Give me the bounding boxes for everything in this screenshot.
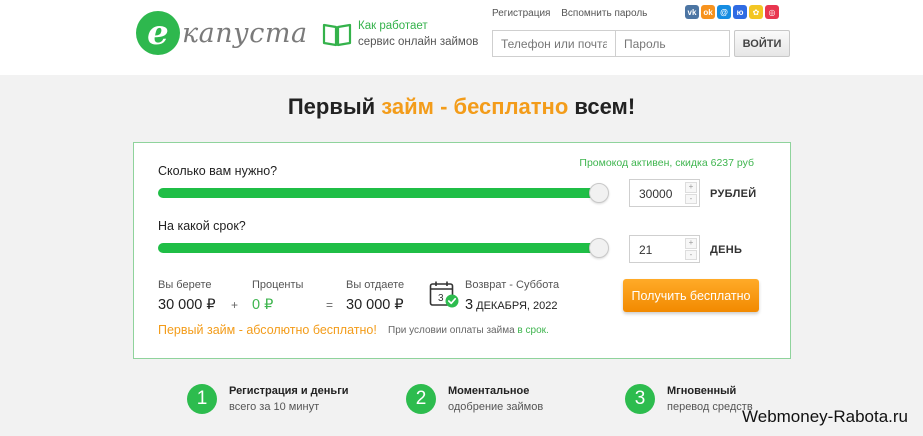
register-link[interactable]: Регистрация [492, 8, 550, 19]
term-slider-thumb[interactable] [589, 238, 609, 258]
interest-value: 0 ₽ [252, 297, 274, 313]
take-value: 30 000 ₽ [158, 297, 216, 313]
condition-note: При условии оплаты займа в срок. [388, 325, 549, 336]
yandex-icon[interactable]: ю [733, 5, 747, 19]
term-increase-button[interactable]: + [685, 238, 697, 249]
title-accent: займ - бесплатно [381, 94, 569, 119]
phone-or-email-input[interactable] [492, 30, 616, 57]
free-loan-text: Первый займ - абсолютно бесплатно! [158, 323, 377, 337]
auth-links: Регистрация Вспомнить пароль [492, 8, 655, 19]
return-label: Возврат - Суббота [465, 279, 560, 291]
term-value[interactable]: 21 [639, 243, 652, 257]
amount-stepper[interactable]: 30000 + - [629, 179, 700, 207]
odnoklassniki-icon[interactable]: ok [701, 5, 715, 19]
login-button[interactable]: ВОЙТИ [734, 30, 790, 57]
step-approval: 2 Моментальное одобрение займов [406, 383, 543, 415]
step-title: Мгновенный [667, 385, 737, 397]
plus-sign: + [231, 298, 239, 312]
forgot-password-link[interactable]: Вспомнить пароль [561, 8, 647, 19]
amount-unit: РУБЛЕЙ [710, 188, 757, 200]
calendar-check-icon: 3 [429, 281, 459, 308]
condition-highlight: в срок. [517, 325, 549, 336]
step-desc: перевод средств [667, 401, 753, 413]
term-question: На какой срок? [158, 219, 246, 233]
book-icon [322, 23, 352, 47]
circle-icon[interactable]: ◎ [765, 5, 779, 19]
step-registration: 1 Регистрация и деньги всего за 10 минут [187, 383, 349, 415]
vk-icon[interactable]: vk [685, 5, 699, 19]
term-stepper[interactable]: 21 + - [629, 235, 700, 263]
page-title: Первый займ - бесплатно всем! [0, 94, 923, 120]
logo-mark: е [136, 11, 180, 55]
take-summary: Вы берете 30 000 ₽ [158, 279, 216, 313]
header: е капуста Как работает сервис онлайн зай… [0, 0, 923, 75]
loan-calculator: Промокод активен, скидка 6237 руб Скольк… [133, 142, 791, 359]
social-login-icons: vk ok @ ю ✿ ◎ [685, 5, 779, 19]
return-date: Возврат - Суббота 3 ДЕКАБРЯ, 2022 [465, 279, 559, 313]
title-part2: всем! [568, 94, 636, 119]
give-value: 30 000 ₽ [346, 297, 404, 313]
amount-increase-button[interactable]: + [685, 182, 697, 193]
watermark: Webmoney-Rabota.ru [742, 407, 908, 426]
condition-text: При условии оплаты займа [388, 325, 518, 336]
amount-value[interactable]: 30000 [639, 187, 672, 201]
term-unit: ДЕНЬ [710, 244, 743, 256]
get-loan-button[interactable]: Получить бесплатно [623, 279, 759, 312]
equals-sign: = [326, 298, 334, 312]
step-transfer: 3 Мгновенный перевод средств [625, 383, 753, 415]
step-number: 1 [187, 384, 217, 414]
term-decrease-button[interactable]: - [685, 249, 697, 260]
step-desc: одобрение займов [448, 401, 544, 413]
calendar-day: 3 [438, 293, 444, 304]
step-title: Регистрация и деньги [229, 385, 349, 397]
take-label: Вы берете [158, 279, 212, 291]
interest-label: Проценты [252, 279, 304, 291]
step-number: 2 [406, 384, 436, 414]
logo-text: капуста [182, 17, 308, 49]
password-input[interactable] [616, 30, 730, 57]
give-label: Вы отдаете [346, 279, 405, 291]
step-title: Моментальное [448, 385, 530, 397]
mail-icon[interactable]: @ [717, 5, 731, 19]
login-form: ВОЙТИ [492, 30, 790, 57]
interest-summary: Проценты 0 ₽ [252, 279, 303, 313]
how-it-works-line1: Как работает [358, 20, 428, 32]
promo-status: Промокод активен, скидка 6237 руб [579, 157, 754, 169]
return-month-year: ДЕКАБРЯ, 2022 [473, 300, 558, 312]
step-desc: всего за 10 минут [229, 401, 320, 413]
how-it-works-line2: сервис онлайн займов [358, 36, 479, 48]
logo[interactable]: е капуста [136, 11, 308, 55]
give-summary: Вы отдаете 30 000 ₽ [346, 279, 404, 313]
amount-slider[interactable] [158, 183, 609, 203]
term-slider[interactable] [158, 238, 609, 258]
sun-icon[interactable]: ✿ [749, 5, 763, 19]
step-number: 3 [625, 384, 655, 414]
return-date-value: 3 ДЕКАБРЯ, 2022 [465, 297, 559, 313]
amount-decrease-button[interactable]: - [685, 193, 697, 204]
how-it-works-link[interactable]: Как работает сервис онлайн займов [322, 18, 478, 50]
title-part1: Первый [287, 94, 382, 119]
return-day: 3 [465, 297, 474, 313]
amount-slider-thumb[interactable] [589, 183, 609, 203]
amount-question: Сколько вам нужно? [158, 164, 278, 178]
